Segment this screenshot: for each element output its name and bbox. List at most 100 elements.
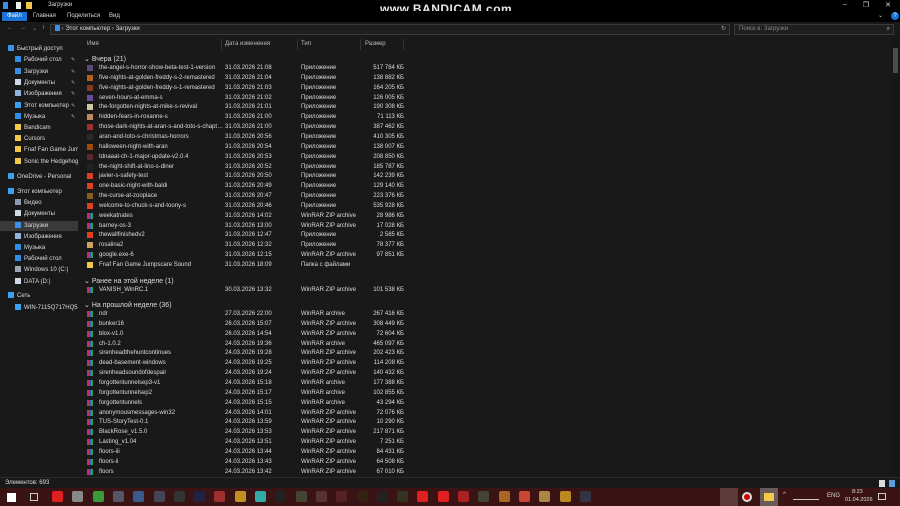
chevron-down-icon[interactable]: ⌄ — [84, 56, 92, 63]
file-row[interactable]: weekatnates 31.03.2026 14:02 WinRAR ZIP ar… — [84, 211, 404, 221]
sidebar-item[interactable]: Музыка — [0, 243, 78, 253]
tab-file[interactable]: Файл — [2, 12, 27, 21]
taskbar-app-icon[interactable] — [478, 491, 490, 502]
file-row[interactable]: blox-v1.0 26.03.2026 14:54 WinRAR ZIP arch… — [84, 329, 404, 339]
taskbar-app-icon[interactable] — [579, 491, 591, 502]
up-button[interactable]: ↑ — [42, 25, 45, 31]
taskbar-app-icon[interactable] — [112, 491, 124, 502]
chevron-down-icon[interactable]: ⌄ — [84, 278, 92, 285]
file-row[interactable]: bunker16 26.03.2026 15:07 WinRAR ZIP archi… — [84, 319, 404, 329]
file-row[interactable]: the-forgotten-nights-at-mike-s-revival 31… — [84, 102, 404, 112]
file-row[interactable]: BlackRose_v1.5.0 24.03.2026 13:53 WinRAR Z… — [84, 427, 404, 437]
taskbar-app-icon[interactable] — [518, 491, 530, 502]
vertical-scrollbar[interactable] — [891, 38, 900, 477]
file-row[interactable]: those-dark-nights-at-aran-s-and-toto-s-c… — [84, 122, 404, 132]
file-row[interactable]: google.exe-6 31.03.2026 12:15 WinRAR ZIP a… — [84, 250, 404, 260]
taskbar-app-icon[interactable] — [417, 491, 429, 502]
bandicam-taskbar-icon[interactable] — [742, 492, 752, 502]
search-icon[interactable]: ⌕ — [887, 25, 890, 34]
sidebar-item[interactable]: Fnaf Fan Game Jump — [0, 145, 78, 155]
file-row[interactable]: anonymousmessages-win32 24.03.2026 14:01 W… — [84, 408, 404, 418]
maximize-button[interactable]: ❐ — [859, 1, 873, 9]
sidebar-item[interactable]: Рабочий стол ✎ — [0, 55, 78, 65]
taskbar-app-icon[interactable] — [539, 491, 551, 502]
sidebar-item[interactable]: Видео — [0, 198, 78, 208]
file-row[interactable]: forgottentunnels 24.03.2026 15:15 WinRAR a… — [84, 398, 404, 408]
file-row[interactable]: forgottentunnelsep2 24.03.2026 15:17 WinRA… — [84, 388, 404, 398]
chevron-down-icon[interactable]: ⌄ — [84, 302, 92, 309]
recent-locations-button[interactable]: ⌄ — [32, 25, 37, 32]
new-folder-icon[interactable] — [26, 2, 32, 9]
taskbar-app-icon[interactable] — [173, 491, 185, 502]
sidebar-item[interactable]: Изображения — [0, 232, 78, 242]
sidebar-item[interactable]: Windows 10 (C:) — [0, 265, 78, 275]
file-row[interactable]: the-night-shift-at-lino-s-diner 31.03.202… — [84, 162, 404, 172]
clock-time[interactable]: 8:23 — [852, 489, 863, 495]
file-row[interactable]: sirenheadsoundofdespair 24.03.2026 19:24 W… — [84, 368, 404, 378]
taskbar-app-icon[interactable] — [194, 491, 206, 502]
refresh-button[interactable]: ↻ — [721, 25, 726, 34]
taskbar-app-icon[interactable] — [52, 491, 63, 502]
column-divider[interactable] — [221, 39, 222, 50]
sidebar-item[interactable]: Рабочий стол — [0, 254, 78, 264]
file-row[interactable]: forgottentunnelsep3-v1 24.03.2026 15:18 Wi… — [84, 378, 404, 388]
file-row[interactable]: one-basic-night-with-baldi 31.03.2026 20:… — [84, 181, 404, 191]
file-row[interactable]: the-curse-at-zooplace 31.03.2026 20:47 При… — [84, 191, 404, 201]
taskbar-app-icon[interactable] — [255, 491, 266, 502]
show-hidden-icons[interactable]: ^ — [783, 492, 786, 498]
group-header[interactable]: ⌄ Вчера (21) — [84, 55, 126, 63]
file-row[interactable]: floors-iii 24.03.2026 13:44 WinRAR ZIP arc… — [84, 447, 404, 457]
taskbar-app-icon[interactable] — [437, 491, 449, 502]
file-row[interactable]: Lasting_v1.04 24.03.2026 13:51 WinRAR ZIP … — [84, 437, 404, 447]
windows-start-icon[interactable] — [7, 493, 16, 502]
sidebar-item[interactable]: Этот компьютер ✎ — [0, 101, 78, 111]
taskbar-app-icon[interactable] — [356, 491, 368, 502]
minimize-button[interactable]: – — [838, 1, 852, 8]
column-header-size[interactable]: Размер — [365, 41, 386, 47]
file-row[interactable]: the-angel-s-horror-show-beta-test-1-vers… — [84, 63, 404, 73]
taskbar-app-icon[interactable] — [336, 491, 348, 502]
notifications-icon[interactable] — [878, 493, 886, 500]
file-row[interactable]: floors 24.03.2026 13:42 WinRAR ZIP archive… — [84, 467, 404, 477]
group-header[interactable]: ⌄ На прошлой неделе (36) — [84, 301, 172, 309]
file-row[interactable]: five-nights-at-golden-freddy-s-2-remaste… — [84, 73, 404, 83]
group-header[interactable]: ⌄ Ранее на этой неделе (1) — [84, 277, 174, 285]
column-divider[interactable] — [360, 39, 361, 50]
language-indicator[interactable]: ENG — [827, 493, 840, 499]
file-row[interactable]: rosalina2 31.03.2026 12:32 Приложение 78 37… — [84, 240, 404, 250]
sidebar-item[interactable]: Документы — [0, 209, 78, 219]
taskbar-app-icon[interactable] — [559, 491, 571, 502]
search-input[interactable]: Поиск в: Загрузки ⌕ — [734, 24, 894, 35]
sidebar-item[interactable]: DATA (D:) — [0, 277, 78, 287]
taskbar-app-icon[interactable] — [295, 491, 307, 502]
back-button[interactable]: ← — [7, 25, 13, 31]
taskbar-app-icon[interactable] — [275, 491, 287, 502]
sidebar-item[interactable]: Сеть — [0, 291, 78, 301]
column-divider[interactable] — [297, 39, 298, 50]
sidebar-item[interactable]: Sonic the Hedgehog — [0, 157, 78, 167]
explorer-taskbar-icon[interactable] — [760, 488, 778, 506]
sidebar-item[interactable]: Загрузки ✎ — [0, 67, 78, 77]
file-row[interactable]: tdnaaat-ch-1-major-update-v2.0.4 31.03.20… — [84, 152, 404, 162]
tab-view[interactable]: Вид — [104, 12, 125, 21]
properties-icon[interactable] — [16, 2, 21, 9]
close-button[interactable]: ✕ — [881, 1, 895, 9]
taskbar-app-icon[interactable] — [72, 491, 84, 502]
taskbar-app-icon[interactable] — [315, 491, 327, 502]
column-header-name[interactable]: Имя — [87, 41, 99, 47]
tab-share[interactable]: Поделиться — [62, 12, 105, 21]
sidebar-item[interactable]: WIN-7115Q717HQ5 — [0, 303, 78, 313]
address-bar[interactable]: › Этот компьютер › Загрузки ↻ — [50, 24, 730, 35]
column-header-type[interactable]: Тип — [301, 41, 311, 47]
taskbar-app-icon[interactable] — [498, 491, 510, 502]
breadcrumb-this-pc[interactable]: Этот компьютер — [65, 26, 110, 32]
file-row[interactable]: sirenheadthehuntcontinues 24.03.2026 19:2… — [84, 348, 404, 358]
file-row[interactable]: Fnaf Fan Game Jumpscare Sound 31.03.2026 … — [84, 260, 404, 270]
file-row[interactable]: barney-os-3 31.03.2026 13:00 WinRAR ZIP ar… — [84, 221, 404, 231]
task-view-icon[interactable] — [30, 493, 38, 501]
sidebar-item[interactable]: Загрузки — [0, 221, 78, 231]
file-row[interactable]: aran-and-toto-s-christmas-horrors 31.03.2… — [84, 132, 404, 142]
taskbar-app-icon[interactable] — [153, 491, 165, 502]
expand-ribbon-icon[interactable]: ⌄ — [878, 12, 883, 19]
file-row[interactable]: five-nights-at-golden-freddy-s-1-remaste… — [84, 83, 404, 93]
